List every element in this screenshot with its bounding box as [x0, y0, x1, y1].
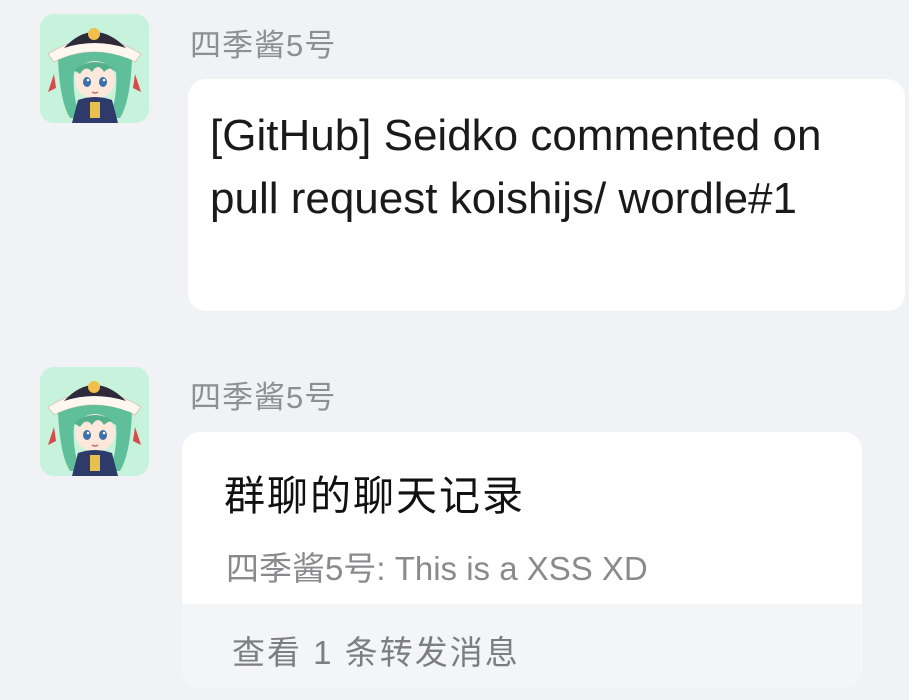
message-text: [GitHub] Seidko commented on pull reques… [210, 111, 822, 223]
forwarded-title: 群聊的聊天记录 [224, 473, 525, 519]
sender-name: 四季酱5号 [190, 28, 337, 63]
anime-character-avatar-icon [40, 367, 149, 476]
anime-character-avatar-icon [40, 14, 149, 123]
avatar[interactable] [40, 14, 149, 123]
sender-name: 四季酱5号 [190, 380, 337, 415]
avatar[interactable] [40, 367, 149, 476]
forwarded-preview-line: 四季酱5号: This is a XSS XD [226, 550, 648, 587]
view-forwarded-link[interactable]: 查看 1 条转发消息 [232, 626, 520, 674]
